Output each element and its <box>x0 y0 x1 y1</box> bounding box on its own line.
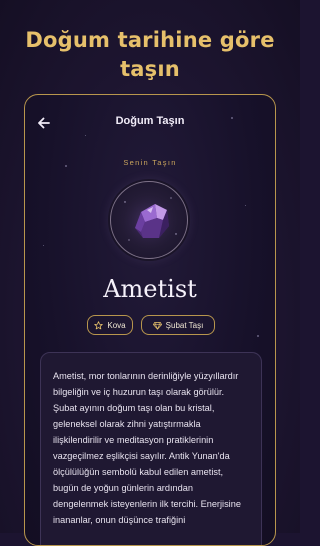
month-stone-chip[interactable]: Şubat Taşı <box>141 315 215 335</box>
zodiac-chip-label: Kova <box>107 320 126 330</box>
star-dot <box>257 335 259 337</box>
top-bar: Doğum Taşın <box>25 95 275 151</box>
star-icon <box>94 320 104 329</box>
star-dot <box>245 205 246 206</box>
star-dot <box>43 245 44 246</box>
description-card: Ametist, mor tonlarının derinliğiyle yüz… <box>40 352 262 545</box>
gem-image-frame <box>110 181 188 259</box>
amethyst-gem-image <box>115 186 183 254</box>
headline-line-2: taşın <box>120 57 180 81</box>
month-stone-chip-label: Şubat Taşı <box>165 320 204 330</box>
headline-line-1: Doğum tarihine göre <box>25 28 275 52</box>
your-stone-label: Senin Taşın <box>123 158 177 167</box>
phone-screen: Doğum Taşın Senin Taşın Ametist Kova Şub… <box>24 94 276 546</box>
description-text: Ametist, mor tonlarının derinliğiyle yüz… <box>53 371 241 525</box>
gem-icon <box>152 321 162 330</box>
gem-name: Ametist <box>103 275 197 303</box>
screen-title: Doğum Taşın <box>115 115 185 127</box>
zodiac-chip[interactable]: Kova <box>87 315 133 335</box>
headline: Doğum tarihine göre taşın <box>0 26 300 84</box>
